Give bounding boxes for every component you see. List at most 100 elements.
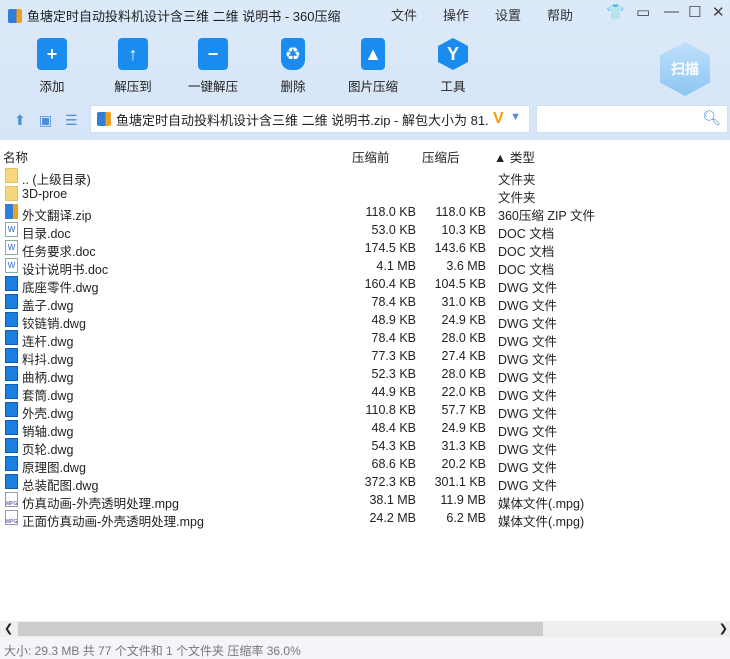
up-arrow-icon[interactable]: ⬆ bbox=[14, 112, 26, 129]
size-after: 31.3 KB bbox=[441, 439, 486, 453]
extract-icon: ↑ bbox=[118, 38, 148, 70]
size-after: 10.3 KB bbox=[441, 223, 486, 237]
file-row[interactable]: W 任务要求.doc 174.5 KB 143.6 KB DOC 文档 bbox=[0, 239, 620, 259]
file-row[interactable]: 盖子.dwg 78.4 KB 31.0 KB DWG 文件 bbox=[0, 293, 620, 313]
folder-icon bbox=[5, 186, 18, 201]
file-type: 媒体文件(.mpg) bbox=[498, 515, 585, 529]
one-click-extract-button[interactable]: − 一键解压 bbox=[173, 38, 253, 95]
column-header: 名称 压缩前 压缩后 ▲ 类型 bbox=[0, 140, 730, 166]
menu-help[interactable]: 帮助 bbox=[547, 5, 573, 24]
file-row[interactable]: 外文翻译.zip 118.0 KB 118.0 KB 360压缩 ZIP 文件 bbox=[0, 203, 620, 223]
file-name: 3D-proe bbox=[22, 187, 68, 201]
dwg-icon bbox=[5, 276, 18, 291]
dwg-icon bbox=[5, 330, 18, 345]
video-icon: MPG bbox=[5, 510, 18, 525]
image-compress-button[interactable]: ▲ 图片压缩 bbox=[333, 38, 413, 95]
file-row[interactable]: 底座零件.dwg 160.4 KB 104.5 KB DWG 文件 bbox=[0, 275, 620, 295]
col-after[interactable]: 压缩后 bbox=[422, 147, 460, 166]
file-row[interactable]: 曲柄.dwg 52.3 KB 28.0 KB DWG 文件 bbox=[0, 365, 620, 385]
menu-operate[interactable]: 操作 bbox=[443, 5, 469, 24]
extract-to-button[interactable]: ↑ 解压到 bbox=[93, 38, 173, 95]
scroll-thumb[interactable] bbox=[18, 622, 543, 636]
one-click-extract-icon: − bbox=[198, 38, 228, 70]
scroll-left-icon[interactable]: ❮ bbox=[4, 622, 13, 635]
size-before: 160.4 KB bbox=[364, 277, 416, 291]
search-icon[interactable]: 🔍︎ bbox=[702, 109, 721, 127]
file-row[interactable]: 连杆.dwg 78.4 KB 28.0 KB DWG 文件 bbox=[0, 329, 620, 349]
file-row[interactable]: 3D-proe 文件夹 bbox=[0, 185, 620, 205]
file-row[interactable]: W 目录.doc 53.0 KB 10.3 KB DOC 文档 bbox=[0, 221, 620, 241]
size-before: 44.9 KB bbox=[371, 385, 416, 399]
size-after: 118.0 KB bbox=[435, 205, 486, 219]
file-row[interactable]: W 设计说明书.doc 4.1 MB 3.6 MB DOC 文档 bbox=[0, 257, 620, 277]
zip-icon bbox=[5, 204, 18, 219]
size-after: 24.9 KB bbox=[441, 421, 486, 435]
add-label: 添加 bbox=[39, 80, 65, 94]
file-name: 正面仿真动画-外壳透明处理.mpg bbox=[22, 515, 204, 529]
video-icon: MPG bbox=[5, 492, 18, 507]
size-before: 118.0 KB bbox=[365, 205, 416, 219]
delete-label: 删除 bbox=[280, 80, 306, 94]
trash-icon: ♻ bbox=[281, 38, 305, 70]
file-row[interactable]: 料抖.dwg 77.3 KB 27.4 KB DWG 文件 bbox=[0, 347, 620, 367]
view-icon[interactable]: ▣ bbox=[39, 112, 52, 129]
feedback-icon[interactable]: ▭ bbox=[636, 3, 650, 21]
menu-settings[interactable]: 设置 bbox=[495, 5, 521, 24]
maximize-button[interactable]: ☐ bbox=[688, 3, 701, 21]
doc-icon: W bbox=[5, 258, 18, 273]
tools-icon: Y bbox=[438, 38, 468, 70]
size-before: 78.4 KB bbox=[371, 295, 416, 309]
doc-icon: W bbox=[5, 222, 18, 237]
size-after: 28.0 KB bbox=[441, 367, 486, 381]
scroll-right-icon[interactable]: ❯ bbox=[719, 622, 728, 635]
file-row[interactable]: .. (上级目录) 文件夹 bbox=[0, 167, 620, 187]
file-row[interactable]: MPG 正面仿真动画-外壳透明处理.mpg 24.2 MB 6.2 MB 媒体文… bbox=[0, 509, 620, 529]
tools-button[interactable]: Y 工具 bbox=[413, 38, 493, 95]
size-after: 28.0 KB bbox=[441, 331, 486, 345]
delete-button[interactable]: ♻ 删除 bbox=[253, 38, 333, 95]
file-row[interactable]: 套筒.dwg 44.9 KB 22.0 KB DWG 文件 bbox=[0, 383, 620, 403]
skin-icon[interactable]: 👕 bbox=[606, 3, 625, 21]
scan-button[interactable]: 扫描 bbox=[660, 42, 710, 96]
add-button[interactable]: + 添加 bbox=[12, 38, 92, 95]
app-icon bbox=[8, 8, 22, 23]
size-after: 301.1 KB bbox=[434, 475, 486, 489]
size-after: 57.7 KB bbox=[441, 403, 486, 417]
size-after: 11.9 MB bbox=[440, 493, 486, 507]
size-after: 31.0 KB bbox=[441, 295, 486, 309]
dwg-icon bbox=[5, 294, 18, 309]
file-row[interactable]: 原理图.dwg 68.6 KB 20.2 KB DWG 文件 bbox=[0, 455, 620, 475]
minimize-button[interactable]: — bbox=[664, 3, 679, 20]
col-name[interactable]: 名称 bbox=[3, 147, 28, 166]
size-before: 78.4 KB bbox=[371, 331, 416, 345]
address-text: 鱼塘定时自动投料机设计含三维 二维 说明书.zip - 解包大小为 81.4 M bbox=[116, 112, 488, 128]
col-before[interactable]: 压缩前 bbox=[352, 147, 390, 166]
size-after: 20.2 KB bbox=[441, 457, 486, 471]
file-row[interactable]: 外壳.dwg 110.8 KB 57.7 KB DWG 文件 bbox=[0, 401, 620, 421]
col-type[interactable]: ▲ 类型 bbox=[494, 147, 535, 166]
dwg-icon bbox=[5, 366, 18, 381]
list-view-icon[interactable]: ☰ bbox=[65, 112, 78, 129]
close-button[interactable]: ✕ bbox=[712, 3, 725, 21]
file-row[interactable]: 铰链销.dwg 48.9 KB 24.9 KB DWG 文件 bbox=[0, 311, 620, 331]
size-before: 372.3 KB bbox=[364, 475, 416, 489]
size-before: 4.1 MB bbox=[376, 259, 416, 273]
horizontal-scrollbar[interactable]: ❮ ❯ bbox=[0, 621, 730, 637]
file-row[interactable]: MPG 仿真动画-外壳透明处理.mpg 38.1 MB 11.9 MB 媒体文件… bbox=[0, 491, 620, 511]
address-bar[interactable]: 鱼塘定时自动投料机设计含三维 二维 说明书.zip - 解包大小为 81.4 M… bbox=[90, 105, 530, 133]
size-before: 53.0 KB bbox=[371, 223, 416, 237]
menu-file[interactable]: 文件 bbox=[391, 5, 417, 24]
doc-icon: W bbox=[5, 240, 18, 255]
size-after: 104.5 KB bbox=[434, 277, 486, 291]
file-row[interactable]: 总装配图.dwg 372.3 KB 301.1 KB DWG 文件 bbox=[0, 473, 620, 493]
chevron-down-icon[interactable]: ▼ bbox=[510, 111, 521, 123]
image-compress-label: 图片压缩 bbox=[347, 80, 398, 94]
size-after: 22.0 KB bbox=[441, 385, 486, 399]
size-after: 3.6 MB bbox=[446, 259, 486, 273]
search-input[interactable]: 🔍︎ bbox=[536, 105, 728, 133]
status-bar: 大小: 29.3 MB 共 77 个文件和 1 个文件夹 压缩率 36.0% bbox=[0, 637, 730, 659]
size-before: 24.2 MB bbox=[369, 511, 416, 525]
file-row[interactable]: 页轮.dwg 54.3 KB 31.3 KB DWG 文件 bbox=[0, 437, 620, 457]
dwg-icon bbox=[5, 312, 18, 327]
file-row[interactable]: 销轴.dwg 48.4 KB 24.9 KB DWG 文件 bbox=[0, 419, 620, 439]
